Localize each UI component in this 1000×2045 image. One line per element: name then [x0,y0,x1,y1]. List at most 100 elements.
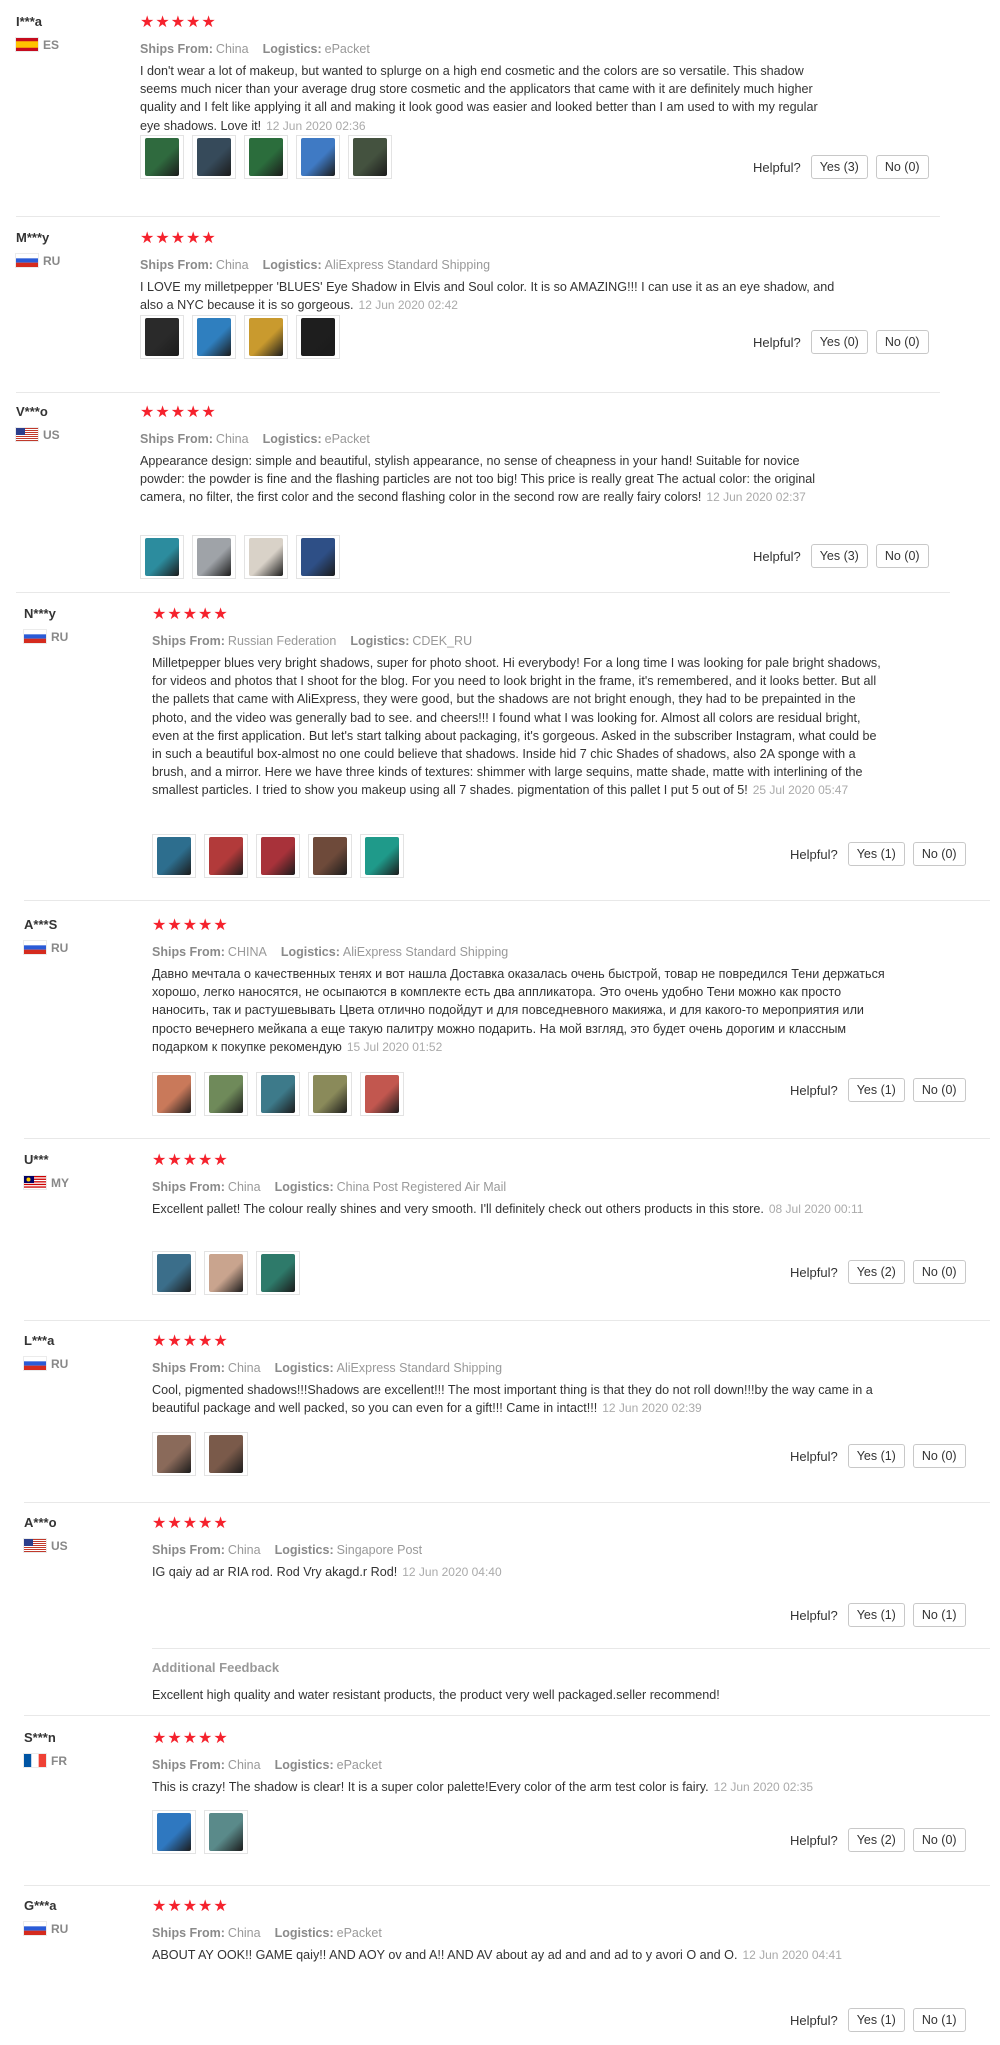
review-date: 15 Jul 2020 01:52 [346,1039,443,1054]
review-photo-thumbnail[interactable] [256,834,300,878]
review-photo-thumbnail[interactable] [244,135,288,179]
helpful-yes-button[interactable]: Yes (3) [810,544,868,568]
helpful-yes-button[interactable]: Yes (1) [847,1078,905,1102]
review-photo-thumbnail[interactable] [152,1432,196,1476]
logistics-value: ePacket [336,1758,382,1772]
review-text: IG qaiy ad ar RIA rod. Rod Vry akagd.r R… [152,1563,887,1581]
photo-image [145,318,179,356]
review-photo-thumbnail[interactable] [192,535,236,579]
country-code: RU [51,1357,69,1371]
review-photo-thumbnail[interactable] [360,834,404,878]
logistics-value: China Post Registered Air Mail [336,1180,507,1194]
photo-image [209,1813,243,1851]
review-photo-thumbnail[interactable] [204,1432,248,1476]
reviewer-name: A***o [24,1515,57,1530]
ships-from-label: Ships From: [140,42,213,56]
helpful-yes-button[interactable]: Yes (2) [847,1260,905,1284]
helpful-yes-button[interactable]: Yes (0) [810,330,868,354]
helpful-no-button[interactable]: No (0) [912,1078,966,1102]
review-photo-thumbnail[interactable] [204,1072,248,1116]
helpful-no-button[interactable]: No (0) [875,155,929,179]
review-photo-thumbnail[interactable] [140,315,184,359]
review-photo-thumbnail[interactable] [204,1810,248,1854]
review-divider [16,592,950,593]
reviewer-country: RU [24,1357,68,1371]
review-date: 12 Jun 2020 04:41 [742,1948,842,1962]
review-photo-thumbnail[interactable] [152,1072,196,1116]
helpful-no-button[interactable]: No (0) [875,330,929,354]
helpful-votes: Helpful? Yes (2) No (0) [790,1828,966,1852]
logistics-label: Logistics: [274,1926,334,1940]
review-photo-thumbnail[interactable] [152,834,196,878]
photo-image [261,837,295,875]
country-code: ES [43,38,60,52]
country-code: RU [51,630,69,644]
review-photos [152,834,404,878]
helpful-votes: Helpful? Yes (3) No (0) [753,155,929,179]
helpful-no-button[interactable]: No (0) [912,1444,966,1468]
review-date: 12 Jun 2020 02:36 [266,118,366,133]
helpful-yes-button[interactable]: Yes (1) [847,1444,905,1468]
review-content: ★★★★★ Ships From: China Logistics: ePacket Ap… [140,404,840,507]
review-photo-thumbnail[interactable] [152,1251,196,1295]
review-photo-thumbnail[interactable] [308,834,352,878]
country-code: RU [51,1922,69,1936]
review-photo-thumbnail[interactable] [360,1072,404,1116]
logistics-value: AliExpress Standard Shipping [342,945,509,959]
ships-from-value: CHINA [227,945,267,959]
review-divider [24,1320,990,1321]
additional-feedback-heading: Additional Feedback [152,1660,280,1675]
review-photo-thumbnail[interactable] [244,315,288,359]
helpful-yes-button[interactable]: Yes (1) [847,842,905,866]
review-photo-thumbnail[interactable] [192,315,236,359]
helpful-no-button[interactable]: No (0) [875,544,929,568]
ships-from-label: Ships From: [152,1361,225,1375]
review-photo-thumbnail[interactable] [204,834,248,878]
review-body: Excellent pallet! The colour really shin… [152,1202,764,1216]
helpful-label: Helpful? [790,1607,838,1623]
shipping-info: Ships From: China Logistics: ePacket [140,431,840,447]
review-photo-thumbnail[interactable] [192,135,236,179]
review-photo-thumbnail[interactable] [296,135,340,179]
review-divider [24,1885,990,1886]
flag-my-icon [24,1176,46,1189]
reviewer-country: RU [16,254,60,268]
reviewer-country: MY [24,1176,69,1190]
review-photo-thumbnail[interactable] [140,135,184,179]
review-photo-thumbnail[interactable] [256,1251,300,1295]
review-photo-thumbnail[interactable] [204,1251,248,1295]
star-rating: ★★★★★ [140,230,217,247]
review-photo-thumbnail[interactable] [296,535,340,579]
review-photos [152,1251,300,1295]
helpful-yes-button[interactable]: Yes (1) [847,2008,905,2032]
helpful-yes-button[interactable]: Yes (2) [847,1828,905,1852]
helpful-label: Helpful? [790,1448,838,1464]
helpful-no-button[interactable]: No (1) [912,1603,966,1627]
helpful-yes-button[interactable]: Yes (1) [847,1603,905,1627]
reviewer-name: G***a [24,1898,57,1913]
country-code: US [51,1539,68,1553]
helpful-no-button[interactable]: No (1) [912,2008,966,2032]
shipping-info: Ships From: China Logistics: ePacket [152,1925,887,1941]
star-rating: ★★★★★ [152,1898,229,1915]
helpful-no-button[interactable]: No (0) [912,1260,966,1284]
reviewer-name: A***S [24,917,58,932]
shipping-info: Ships From: China Logistics: China Post Reg… [152,1179,887,1195]
photo-image [157,1813,191,1851]
reviewer-name: V***o [16,404,48,419]
review-photo-thumbnail[interactable] [296,315,340,359]
review-photo-thumbnail[interactable] [152,1810,196,1854]
review-photo-thumbnail[interactable] [348,135,392,179]
review-text: Milletpepper blues very bright shadows, … [152,654,887,800]
review-divider [16,216,940,217]
reviewer-name: N***y [24,606,56,621]
review-photo-thumbnail[interactable] [244,535,288,579]
reviewer-country: ES [16,38,59,52]
review-photo-thumbnail[interactable] [308,1072,352,1116]
helpful-votes: Helpful? Yes (3) No (0) [753,544,929,568]
review-photo-thumbnail[interactable] [140,535,184,579]
helpful-yes-button[interactable]: Yes (3) [810,155,868,179]
helpful-no-button[interactable]: No (0) [912,842,966,866]
review-photo-thumbnail[interactable] [256,1072,300,1116]
helpful-no-button[interactable]: No (0) [912,1828,966,1852]
